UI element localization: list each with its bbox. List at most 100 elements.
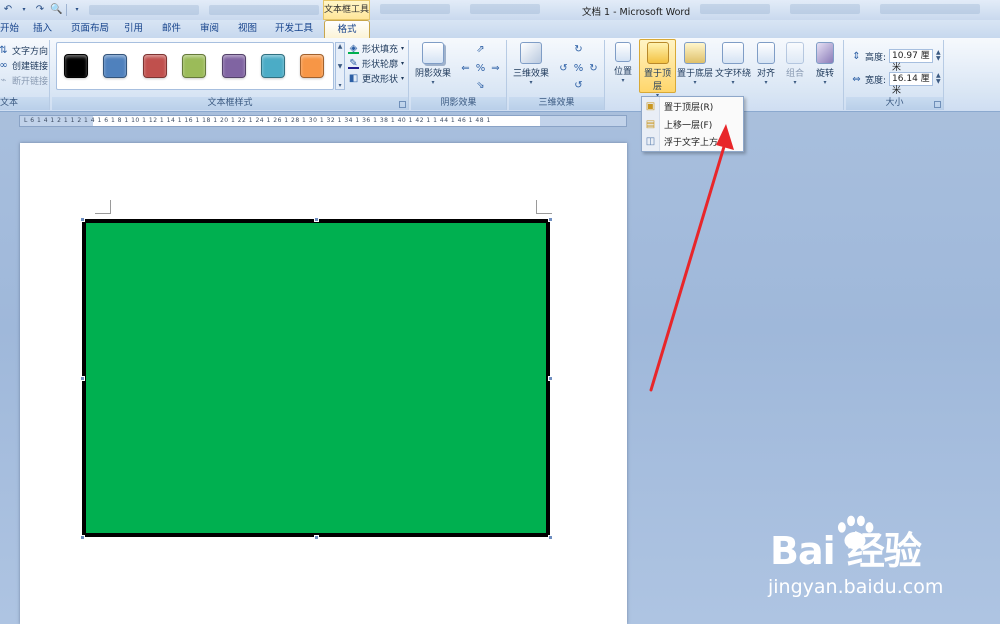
position-label: 位置 <box>613 67 632 77</box>
tab-page-layout[interactable]: 页面布局 <box>71 20 109 38</box>
undo-icon[interactable]: ↶ <box>2 4 14 16</box>
ribbon-tabs: 开始 插入 页面布局 引用 邮件 审阅 视图 开发工具 格式 <box>0 20 1000 38</box>
nudge-shadow-right-icon[interactable]: ⇒ <box>490 63 501 74</box>
rotate-label: 旋转 <box>815 69 834 79</box>
style-swatch-orange[interactable] <box>300 54 324 78</box>
gallery-scrollbar[interactable]: ▲ ▼ ▾ <box>335 42 345 90</box>
size-group-label: 大小 <box>846 97 943 110</box>
tab-format[interactable]: 格式 <box>324 20 370 38</box>
create-link-label: 创建链接 <box>12 62 49 72</box>
3d-effects-button[interactable]: 三维效果 ▾ <box>511 42 551 86</box>
tab-insert[interactable]: 插入 <box>33 20 52 38</box>
blurred-tab <box>89 5 199 15</box>
shadow-toggle-icon[interactable]: % <box>475 63 486 74</box>
blurred-tab <box>209 5 319 15</box>
style-swatch-green[interactable] <box>182 54 206 78</box>
tab-mailings[interactable]: 邮件 <box>162 20 181 38</box>
link-icon: ∞ <box>0 60 8 71</box>
paint-bucket-icon: ◈ <box>348 43 359 54</box>
resize-handle[interactable] <box>314 217 319 222</box>
gallery-more-icon[interactable]: ▾ <box>338 82 341 89</box>
redo-icon[interactable]: ↷ <box>34 4 46 16</box>
width-label: 宽度: <box>865 75 887 86</box>
width-spinner[interactable]: ▲ ▼ <box>936 73 941 85</box>
pen-icon: ✎ <box>348 58 359 69</box>
menu-item-bring-to-front[interactable]: ▣ 置于顶层(R) <box>642 98 743 115</box>
rotate-button[interactable]: 旋转 ▾ <box>812 42 838 86</box>
tab-view[interactable]: 视图 <box>238 20 257 38</box>
watermark-url: jingyan.baidu.com <box>768 576 944 598</box>
chevron-down-icon: ▾ <box>693 79 697 86</box>
blurred-tab <box>880 4 980 14</box>
nudge-shadow-down-icon[interactable]: ⇘ <box>475 80 486 91</box>
tab-references[interactable]: 引用 <box>124 20 143 38</box>
tab-review[interactable]: 审阅 <box>200 20 219 38</box>
style-swatch-black[interactable] <box>64 54 88 78</box>
resize-handle[interactable] <box>314 535 319 540</box>
position-icon <box>615 42 631 62</box>
style-swatch-blue[interactable] <box>103 54 127 78</box>
shape-outline-button[interactable]: ✎ 形状轮廓 ▾ <box>348 57 404 70</box>
text-wrapping-button[interactable]: 文字环绕 ▾ <box>714 42 752 86</box>
align-button[interactable]: 对齐 ▾ <box>753 42 779 86</box>
resize-handle[interactable] <box>80 217 85 222</box>
group-button[interactable]: 组合 ▾ <box>782 42 808 86</box>
break-link-button[interactable]: ⌁ 断开链接 <box>0 74 48 87</box>
position-button[interactable]: 位置 ▾ <box>610 42 636 84</box>
bring-to-front-button[interactable]: 置于顶层 ▾ <box>639 39 676 99</box>
green-textbox[interactable] <box>82 219 550 537</box>
resize-handle[interactable] <box>80 535 85 540</box>
style-swatch-purple[interactable] <box>222 54 246 78</box>
3d-cube-icon <box>520 42 542 64</box>
baidu-jingyan-watermark: Bai 经验 jingyan.baidu.com <box>740 510 990 610</box>
change-shape-button[interactable]: ◧ 更改形状 ▾ <box>348 72 404 85</box>
customize-qat-icon[interactable]: ▾ <box>71 4 83 16</box>
shape-fill-button[interactable]: ◈ 形状填充 ▾ <box>348 42 404 55</box>
tab-home[interactable]: 开始 <box>0 20 19 38</box>
send-to-back-label: 置于底层 <box>677 69 714 79</box>
tilt-right-icon[interactable]: ↻ <box>588 63 599 74</box>
height-spinner[interactable]: ▲ ▼ <box>936 50 941 62</box>
nudge-shadow-left-icon[interactable]: ⇐ <box>460 63 471 74</box>
dropdown-caret-icon[interactable]: ▾ <box>18 4 30 16</box>
resize-handle[interactable] <box>548 217 553 222</box>
style-swatch-aqua[interactable] <box>261 54 285 78</box>
3d-toggle-icon[interactable]: % <box>573 63 584 74</box>
tilt-down-icon[interactable]: ↺ <box>573 80 584 91</box>
shadow-effects-button[interactable]: 阴影效果 ▾ <box>414 42 452 86</box>
resize-handle[interactable] <box>548 535 553 540</box>
break-link-icon: ⌁ <box>0 75 7 86</box>
horizontal-ruler[interactable]: L 6 1 4 1 2 1 1 2 1 4 1 6 1 8 1 10 1 12 … <box>19 115 627 127</box>
rotate-icon <box>816 42 834 64</box>
tilt-left-icon[interactable]: ↺ <box>558 63 569 74</box>
height-label: 高度: <box>865 52 887 63</box>
resize-handle[interactable] <box>548 376 553 381</box>
text-direction-icon: ⇅ <box>0 45 8 56</box>
scroll-down-icon[interactable]: ▼ <box>338 63 343 70</box>
page-corner-mark <box>536 200 552 214</box>
break-link-label: 断开链接 <box>12 77 49 87</box>
style-swatch-red[interactable] <box>143 54 167 78</box>
change-shape-icon: ◧ <box>348 73 359 84</box>
tilt-up-icon[interactable]: ↻ <box>573 44 584 55</box>
dialog-launcher-icon[interactable] <box>399 101 406 108</box>
create-link-button[interactable]: ∞ 创建链接 <box>0 59 48 72</box>
send-to-back-button[interactable]: 置于底层 ▾ <box>677 42 713 86</box>
chevron-down-icon: ▾ <box>621 77 625 84</box>
send-to-back-icon <box>684 42 706 64</box>
separator <box>66 4 67 16</box>
chevron-down-icon: ▾ <box>764 79 768 86</box>
text-direction-button[interactable]: ⇅ 文字方向 <box>0 44 48 57</box>
tab-developer[interactable]: 开发工具 <box>275 20 313 38</box>
resize-handle[interactable] <box>80 376 85 381</box>
height-input[interactable]: 10.97 厘米 <box>889 49 934 73</box>
menu-item-label: 置于顶层(R) <box>664 103 714 113</box>
blurred-tab <box>470 4 540 14</box>
print-preview-icon[interactable]: 🔍 <box>50 4 62 16</box>
nudge-shadow-up-icon[interactable]: ⇗ <box>475 44 486 55</box>
scroll-up-icon[interactable]: ▲ <box>338 43 343 50</box>
taskbar-tabs <box>89 5 319 15</box>
width-input[interactable]: 16.14 厘米 <box>889 72 934 96</box>
dialog-launcher-icon[interactable] <box>934 101 941 108</box>
chevron-down-icon: ▾ <box>823 79 827 86</box>
